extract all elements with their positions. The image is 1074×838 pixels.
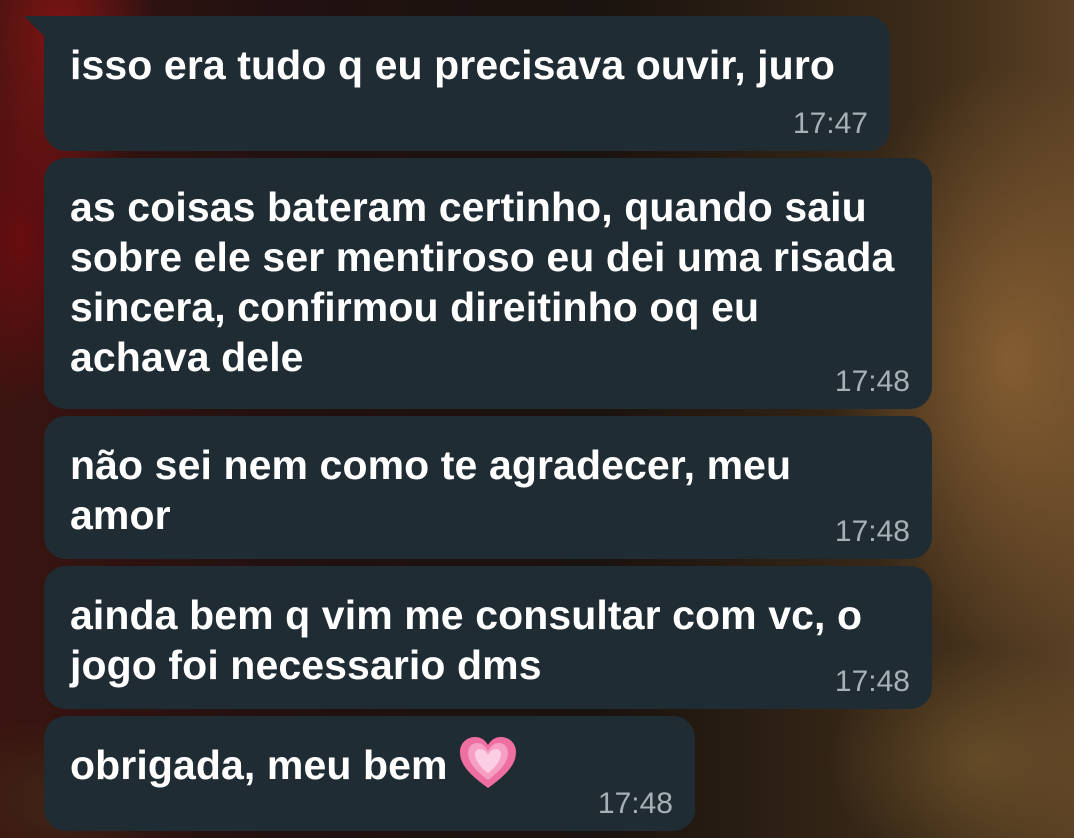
message-bubble[interactable]: ainda bem q vim me consultar com vc, o j… <box>44 566 932 709</box>
message-bubble[interactable]: obrigada, meu bem 17:48 <box>44 716 695 831</box>
message-bubble[interactable]: não sei nem como te agradecer, meu amor … <box>44 416 932 559</box>
message-timestamp: 17:48 <box>834 515 910 548</box>
message-text: ainda bem q vim me consultar com vc, o j… <box>70 592 863 688</box>
chat-message-list[interactable]: isso era tudo q eu precisava ouvir, juro… <box>0 0 1074 838</box>
message-text: isso era tudo q eu precisava ouvir, juro <box>70 42 836 88</box>
message-text: não sei nem como te agradecer, meu amor <box>70 442 792 538</box>
bubble-tail <box>24 16 46 38</box>
message-timestamp: 17:48 <box>834 365 910 398</box>
message-text: obrigada, meu bem <box>70 742 448 788</box>
message-text: as coisas bateram certinho, quando saiu … <box>70 184 895 380</box>
message-text-line: obrigada, meu bem <box>70 737 669 791</box>
message-bubble[interactable]: isso era tudo q eu precisava ouvir, juro… <box>24 16 890 151</box>
message-timestamp: 17:48 <box>597 787 673 820</box>
message-timestamp: 17:47 <box>792 107 868 140</box>
message-timestamp: 17:48 <box>834 665 910 698</box>
pink-heart-icon <box>459 737 516 789</box>
message-bubble[interactable]: as coisas bateram certinho, quando saiu … <box>44 158 932 409</box>
